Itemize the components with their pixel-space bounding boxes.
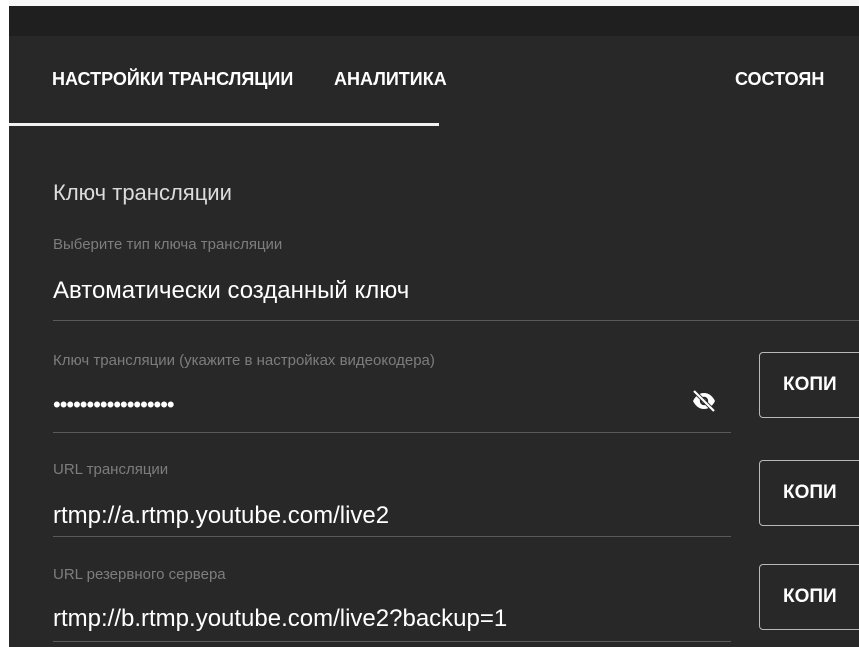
section-title: Ключ трансляции <box>53 180 232 205</box>
stream-settings-panel: НАСТРОЙКИ ТРАНСЛЯЦИИ АНАЛИТИКА СОСТОЯН К… <box>9 0 859 647</box>
backup-url-value: rtmp://b.rtmp.youtube.com/live2?backup=1 <box>53 605 508 632</box>
backup-url-label: URL резервного сервера <box>53 566 226 583</box>
stream-key-label: Ключ трансляции (укажите в настройках ви… <box>53 352 435 369</box>
stream-url-value: rtmp://a.rtmp.youtube.com/live2 <box>53 502 390 529</box>
backup-url-underline <box>53 641 731 642</box>
stream-url-label: URL трансляции <box>53 461 169 478</box>
top-strip <box>9 0 859 6</box>
eye-off-icon[interactable] <box>691 389 717 413</box>
key-type-value: Автоматически созданный ключ <box>53 277 410 304</box>
stream-key-underline <box>53 432 731 433</box>
tab-status[interactable]: СОСТОЯН <box>735 69 824 90</box>
tab-stream-settings[interactable]: НАСТРОЙКИ ТРАНСЛЯЦИИ <box>52 69 293 90</box>
key-type-underline <box>53 320 859 321</box>
key-type-label: Выберите тип ключа трансляции <box>53 236 283 253</box>
copy-stream-key-button[interactable]: КОПИ <box>759 352 859 418</box>
copy-stream-url-button[interactable]: КОПИ <box>759 460 859 526</box>
active-tab-indicator <box>9 123 439 126</box>
stream-url-underline <box>53 536 731 537</box>
copy-backup-url-button[interactable]: КОПИ <box>759 564 859 630</box>
tab-analytics[interactable]: АНАЛИТИКА <box>334 69 447 90</box>
stream-key-value: •••••••••••••••••• <box>53 392 175 417</box>
top-bar <box>9 0 859 36</box>
